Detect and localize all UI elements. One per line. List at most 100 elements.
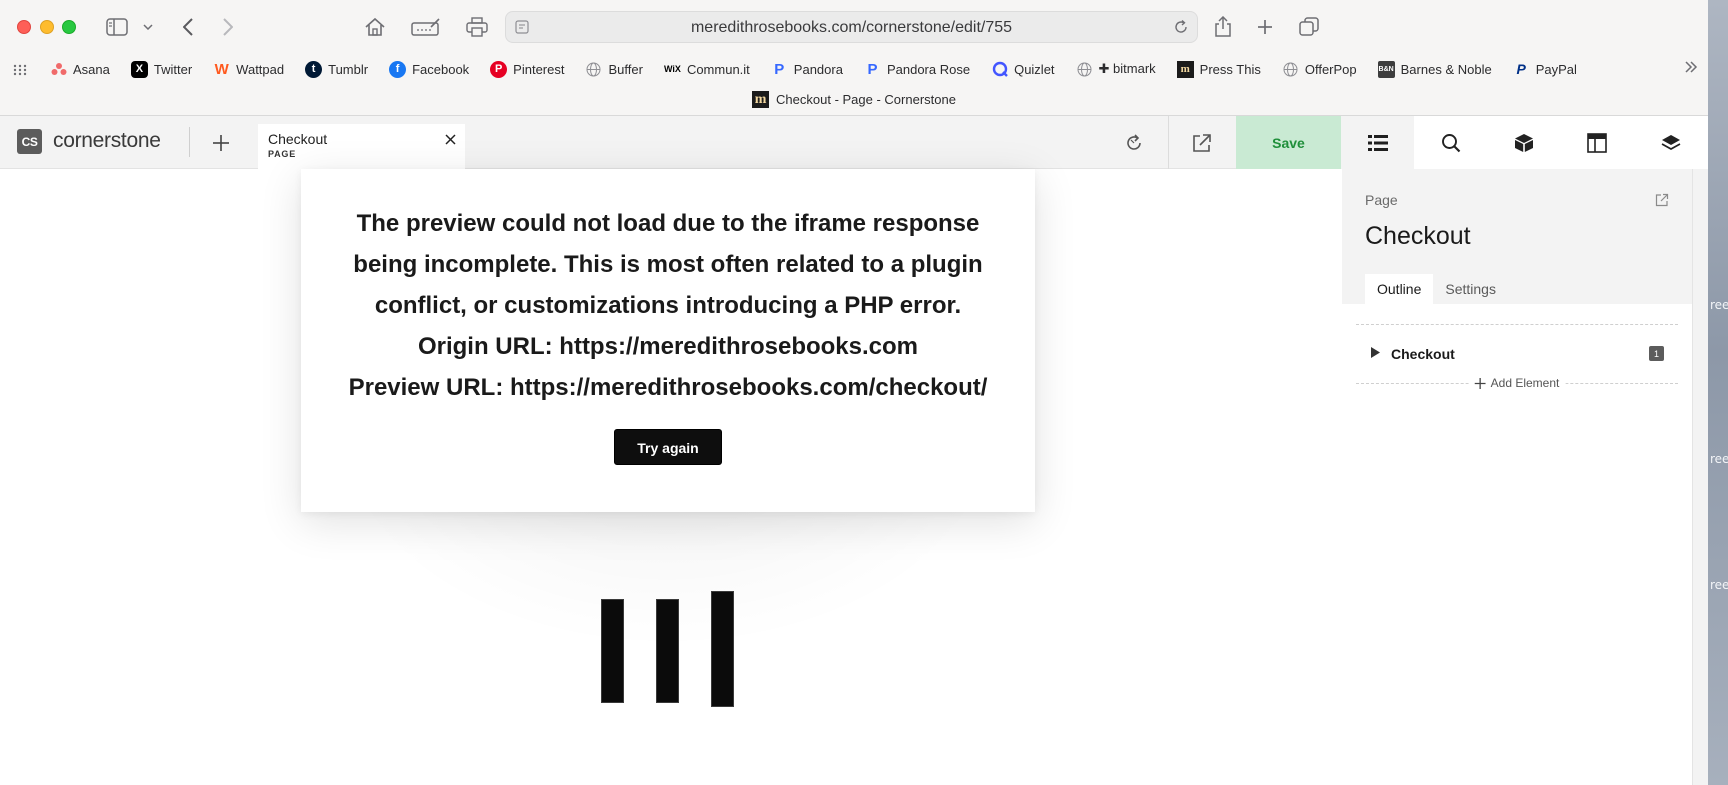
- open-in-new-window-button[interactable]: [1184, 116, 1220, 169]
- pinterest-icon: P: [490, 60, 508, 78]
- bookmarks-bar: Asana X Twitter W Wattpad t Tumblr f Fac…: [0, 54, 1708, 84]
- expand-triangle-icon[interactable]: [1371, 345, 1380, 363]
- site-favicon-icon: m: [752, 91, 770, 108]
- reload-icon[interactable]: [1173, 19, 1189, 40]
- outline-item-checkout[interactable]: Checkout 1: [1356, 325, 1678, 383]
- browser-toolbar: meredithrosebooks.com/cornerstone/edit/7…: [0, 0, 1708, 54]
- minimize-window-button[interactable]: [40, 20, 54, 34]
- external-link-icon[interactable]: [1655, 193, 1669, 212]
- desktop-label-fragment: ree: [1710, 452, 1728, 466]
- sidebar-toggle-icon[interactable]: [104, 13, 130, 41]
- facebook-icon: f: [389, 60, 407, 78]
- error-line: being incomplete. This is most often rel…: [353, 251, 983, 278]
- browser-tab[interactable]: m Checkout - Page - Cornerstone: [0, 84, 1708, 116]
- cornerstone-logo: CS: [17, 129, 42, 154]
- panel-title: Checkout: [1365, 222, 1471, 250]
- document-tab-type: PAGE: [268, 149, 297, 159]
- loading-bar: [711, 591, 734, 707]
- wix-icon: WiX: [663, 64, 681, 74]
- tab-overview-icon[interactable]: [1297, 13, 1321, 41]
- edit-note-icon[interactable]: [410, 13, 442, 41]
- bookmark-press-this[interactable]: m Press This: [1176, 60, 1261, 78]
- external-link-icon: [1193, 133, 1211, 152]
- outline-tree: Checkout 1 Add Element: [1342, 304, 1692, 390]
- home-icon[interactable]: [362, 13, 388, 41]
- panel-tabs: Outline Settings: [1365, 274, 1508, 304]
- add-element-row: Add Element: [1356, 376, 1678, 390]
- bookmark-bitmark[interactable]: ✚ bitmark: [1076, 61, 1156, 78]
- close-window-button[interactable]: [17, 20, 31, 34]
- preview-canvas: The preview could not load due to the if…: [0, 169, 1342, 785]
- search-tool-button[interactable]: [1414, 116, 1487, 169]
- browser-tab-title: Checkout - Page - Cornerstone: [776, 92, 956, 107]
- new-tab-icon[interactable]: [1254, 13, 1276, 41]
- document-tab-checkout[interactable]: Checkout PAGE: [258, 124, 465, 169]
- panel-label: Page: [1365, 192, 1398, 208]
- outline-panel: Page Checkout Outline Settings Checkout …: [1342, 169, 1692, 785]
- divider: [1168, 116, 1169, 169]
- bookmark-pandora[interactable]: P Pandora: [771, 61, 843, 78]
- address-bar[interactable]: meredithrosebooks.com/cornerstone/edit/7…: [505, 11, 1198, 43]
- bookmark-offerpop[interactable]: OfferPop: [1282, 61, 1357, 78]
- bookmark-buffer[interactable]: Buffer: [585, 61, 643, 78]
- back-icon[interactable]: [178, 13, 198, 41]
- layout-tool-button[interactable]: [1560, 116, 1633, 169]
- wattpad-icon: W: [214, 60, 229, 78]
- child-count-badge: 1: [1649, 346, 1664, 361]
- layers-icon: [1661, 134, 1680, 150]
- bookmark-pinterest[interactable]: P Pinterest: [490, 60, 564, 78]
- bookmark-barnes-noble[interactable]: B&N Barnes & Noble: [1377, 60, 1492, 78]
- x-twitter-icon: X: [130, 60, 148, 78]
- close-icon[interactable]: [445, 132, 456, 150]
- bookmark-tumblr[interactable]: t Tumblr: [305, 60, 368, 78]
- add-element-label: Add Element: [1490, 376, 1560, 390]
- bookmark-asana[interactable]: Asana: [50, 61, 110, 78]
- refresh-icon: [1127, 133, 1141, 150]
- panel-header: Page Checkout Outline Settings: [1342, 169, 1692, 304]
- globe-icon: [585, 61, 602, 78]
- search-icon: [1441, 133, 1460, 152]
- save-button[interactable]: Save: [1236, 116, 1341, 169]
- tumblr-icon: t: [305, 60, 323, 78]
- asana-icon: [50, 61, 67, 78]
- try-again-button[interactable]: Try again: [614, 429, 722, 465]
- elements-tool-button[interactable]: [1487, 116, 1560, 169]
- layers-tool-button[interactable]: [1633, 116, 1708, 169]
- pandora-icon: P: [867, 60, 878, 78]
- preview-error-card: The preview could not load due to the if…: [301, 169, 1035, 512]
- divider: [189, 127, 190, 157]
- origin-url-line: Origin URL: https://meredithrosebooks.co…: [417, 333, 919, 360]
- tab-settings[interactable]: Settings: [1433, 274, 1508, 304]
- outline-tool-button[interactable]: [1341, 116, 1414, 169]
- print-icon[interactable]: [464, 13, 490, 41]
- chevron-double-right-icon[interactable]: [1684, 60, 1698, 77]
- bookmark-pandora-rose[interactable]: P Pandora Rose: [864, 61, 970, 78]
- new-document-button[interactable]: [206, 128, 236, 158]
- refresh-preview-button[interactable]: [1116, 116, 1152, 169]
- bookmark-communit[interactable]: WiX Commun.it: [664, 61, 750, 78]
- bookmark-paypal[interactable]: P PayPal: [1513, 61, 1577, 78]
- panel-scrollbar[interactable]: [1692, 169, 1708, 785]
- bookmark-wattpad[interactable]: W Wattpad: [213, 60, 285, 78]
- apps-grid-icon[interactable]: [13, 63, 27, 81]
- desktop-label-fragment: ree: [1710, 578, 1728, 592]
- pandora-icon: P: [774, 60, 785, 78]
- zoom-window-button[interactable]: [62, 20, 76, 34]
- add-element-button[interactable]: Add Element: [1468, 376, 1566, 390]
- preview-url-line: Preview URL: https://meredithrosebooks.c…: [348, 374, 988, 401]
- cornerstone-wordmark: cornerstone: [53, 129, 161, 152]
- quizlet-icon: [991, 61, 1008, 78]
- error-line: The preview could not load due to the if…: [356, 210, 980, 237]
- forward-icon[interactable]: [218, 13, 238, 41]
- error-line: conflict, or customizations introducing …: [374, 292, 962, 319]
- share-icon[interactable]: [1212, 13, 1234, 41]
- url-text: meredithrosebooks.com/cornerstone/edit/7…: [690, 19, 1013, 36]
- plus-icon: [213, 135, 229, 151]
- plus-icon: [1474, 377, 1486, 389]
- tab-outline[interactable]: Outline: [1365, 274, 1434, 304]
- chevron-down-icon[interactable]: [140, 13, 156, 41]
- bookmark-twitter[interactable]: X Twitter: [130, 60, 192, 78]
- cube-icon: [1514, 133, 1533, 152]
- bookmark-quizlet[interactable]: Quizlet: [991, 61, 1055, 78]
- bookmark-facebook[interactable]: f Facebook: [389, 60, 469, 78]
